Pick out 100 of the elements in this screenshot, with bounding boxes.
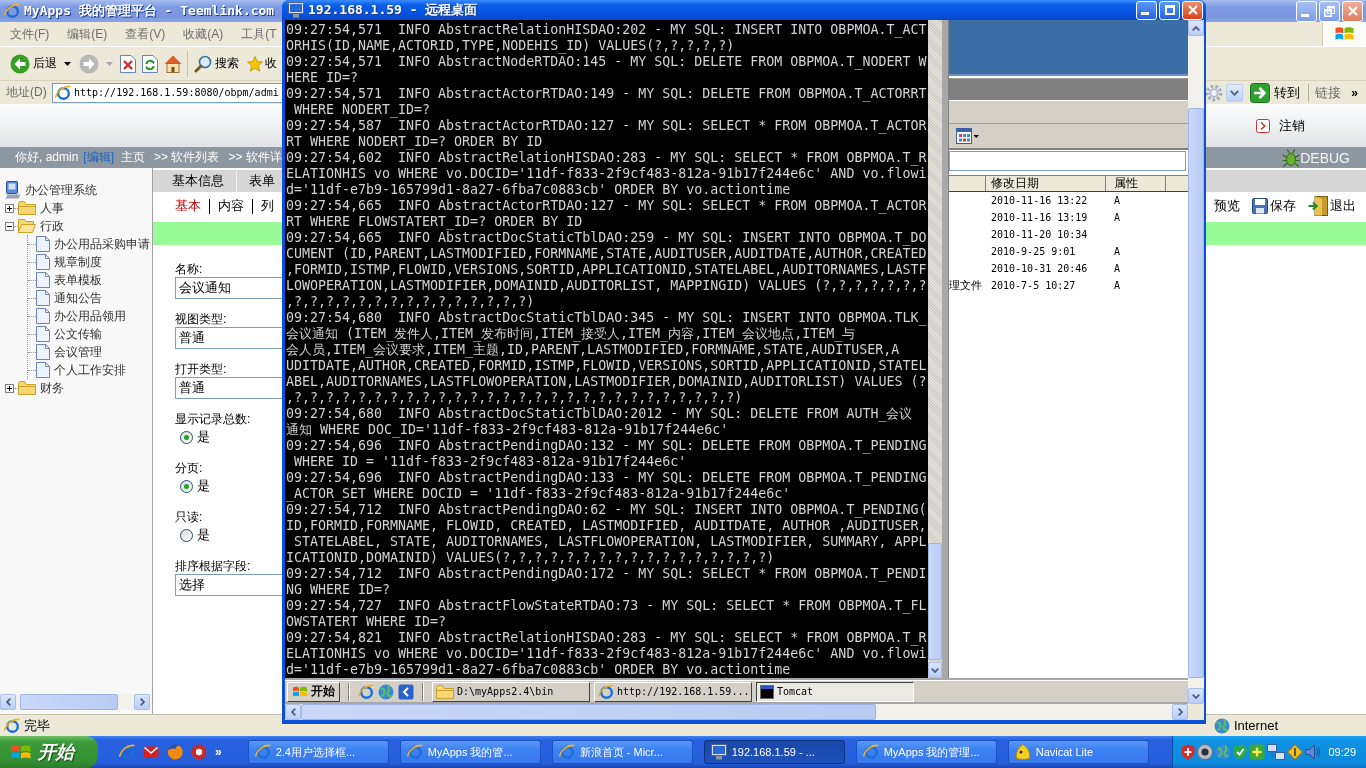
menu-item[interactable]: 工具(T — [232, 25, 286, 43]
view-grid-icon — [956, 128, 979, 144]
expand-icon[interactable] — [5, 203, 14, 213]
preview-button[interactable]: 预览 — [1214, 197, 1240, 215]
radio-label: 是 — [197, 526, 210, 544]
scrollbar[interactable] — [0, 694, 150, 710]
menu-item[interactable]: 文件(F) — [1, 25, 59, 43]
tree-item[interactable]: 办公用品领用 — [54, 307, 126, 325]
scroll-up-button[interactable] — [1188, 20, 1204, 36]
document-icon — [36, 236, 50, 252]
more-button[interactable]: » — [215, 745, 222, 759]
more-button[interactable]: » — [1351, 85, 1358, 100]
subtab[interactable]: 内容 — [210, 197, 252, 215]
text-field[interactable]: 会议通知 — [175, 277, 282, 299]
tab[interactable]: 表单 — [236, 170, 279, 192]
scroll-right-button[interactable] — [1172, 704, 1188, 720]
date-cell-text: 2010-11-16 13:22 — [990, 195, 1089, 206]
start-button[interactable]: 开始 — [287, 681, 340, 702]
speaker-icon[interactable] — [1305, 744, 1321, 760]
tree-item[interactable]: 表单模板 — [54, 271, 102, 289]
collapse-icon[interactable] — [5, 221, 14, 231]
text-field[interactable]: 普通 — [175, 327, 282, 349]
tree-item[interactable]: 办公管理系统 — [25, 181, 97, 199]
menu-item[interactable]: 收藏(A) — [174, 25, 233, 43]
scroll-right-button[interactable] — [134, 694, 150, 710]
shield-icon[interactable] — [1181, 744, 1195, 760]
taskbar-button[interactable]: 新浪首页 - Micr... — [551, 740, 693, 764]
address-field[interactable]: http://192.168.1.59:8080/obpm/admi — [52, 82, 282, 103]
minimize-button[interactable] — [1136, 0, 1157, 20]
plus-box-icon[interactable] — [1249, 744, 1265, 760]
scroll-down-button[interactable] — [1188, 688, 1204, 704]
text-field[interactable]: 普通 — [175, 377, 282, 399]
date-cell-text: 2010-10-31 20:46 — [990, 263, 1089, 274]
exit-button[interactable]: 退出 — [1308, 196, 1356, 216]
radio-button[interactable] — [180, 479, 193, 493]
scrollbar-thumb[interactable] — [301, 704, 876, 720]
radio-button[interactable] — [180, 430, 193, 444]
scrollbar-thumb[interactable] — [928, 543, 942, 660]
zone-text: Internet — [1233, 718, 1278, 733]
column-header[interactable]: 属性 — [1106, 176, 1166, 191]
chevron-right-icon — [1177, 708, 1183, 716]
tab[interactable]: 基本信息 — [160, 170, 236, 192]
tree-item[interactable]: 规章制度 — [54, 253, 102, 271]
mail-icon[interactable] — [143, 744, 159, 760]
go-button[interactable]: 转到 — [1248, 82, 1303, 103]
search-button[interactable]: 搜索 — [190, 49, 243, 78]
browser-icon[interactable] — [358, 683, 374, 700]
logout-link[interactable]: 注销 — [1256, 116, 1305, 135]
subtab[interactable]: 基本 — [167, 197, 209, 215]
favorites-button[interactable]: 收 — [243, 49, 277, 78]
lens-icon[interactable] — [1197, 744, 1213, 760]
scrollbar[interactable] — [285, 704, 1188, 720]
scroll-down-button[interactable] — [928, 662, 942, 678]
history-dropdown-button[interactable] — [1226, 83, 1244, 102]
tree-item[interactable]: 公文传输 — [54, 325, 102, 343]
tree-item[interactable]: 人事 — [40, 199, 64, 217]
view-button[interactable] — [956, 128, 979, 144]
back-button[interactable]: 后退 — [6, 49, 75, 78]
tree-item[interactable]: 行政 — [40, 217, 64, 235]
text-field[interactable]: 选择 — [175, 574, 282, 596]
taskbar-button[interactable]: MyApps 我的管... — [399, 740, 541, 764]
column-header[interactable]: 修改日期 — [986, 176, 1106, 191]
scrollbar-thumb[interactable] — [20, 694, 118, 710]
maximize-button[interactable] — [1159, 0, 1180, 20]
scroll-left-button[interactable] — [285, 704, 301, 720]
tree-item[interactable]: 财务 — [40, 379, 64, 397]
globe-icon[interactable] — [167, 744, 183, 760]
tree-item[interactable]: 通知公告 — [54, 289, 102, 307]
taskbar-button[interactable]: 2.4用户选择框... — [247, 740, 389, 764]
taskbar-button[interactable]: 192.168.1.59 - ... — [703, 740, 845, 764]
globe-icon[interactable] — [378, 683, 394, 700]
taskbar-button[interactable]: MyApps 我的管理... — [855, 740, 997, 764]
network-icon[interactable] — [1267, 744, 1285, 760]
radio-button[interactable] — [180, 528, 193, 542]
start-button[interactable]: 开始 — [0, 736, 98, 768]
taskbar-button[interactable]: Navicat Lite — [1007, 740, 1149, 764]
tree-item[interactable]: 办公用品采购申请 — [54, 235, 150, 253]
close-button[interactable] — [1182, 0, 1203, 20]
taskbar-button[interactable]: D:\myApps2.4\bin — [432, 681, 590, 702]
scroll-left-button[interactable] — [0, 694, 16, 710]
diamond-icon[interactable] — [1287, 744, 1303, 760]
forward-icon — [79, 53, 99, 74]
tree-item[interactable]: 个人工作安排 — [54, 361, 126, 379]
taskbar-button[interactable]: Tomcat — [756, 681, 914, 702]
desktop-icon[interactable] — [398, 683, 414, 700]
disc-icon[interactable] — [191, 744, 207, 760]
taskbar-button[interactable]: http://192.168.1.59... — [594, 681, 752, 702]
shield-icon[interactable] — [1233, 744, 1247, 760]
links-button[interactable]: 链接 — [1315, 83, 1342, 102]
subtab[interactable]: 列 — [253, 197, 282, 215]
scrollbar-thumb[interactable] — [1188, 108, 1204, 678]
expand-icon[interactable] — [5, 383, 14, 393]
tree-item[interactable]: 会议管理 — [54, 343, 102, 361]
menu-item[interactable]: 编辑(E) — [58, 25, 117, 43]
save-button[interactable]: 保存 — [1252, 197, 1296, 215]
menu-item[interactable]: 查看(V) — [116, 25, 175, 43]
browser-icon[interactable] — [119, 744, 135, 760]
address-field[interactable] — [949, 151, 1186, 171]
scrollbar[interactable] — [1188, 20, 1204, 704]
scrollbar[interactable] — [928, 20, 942, 678]
